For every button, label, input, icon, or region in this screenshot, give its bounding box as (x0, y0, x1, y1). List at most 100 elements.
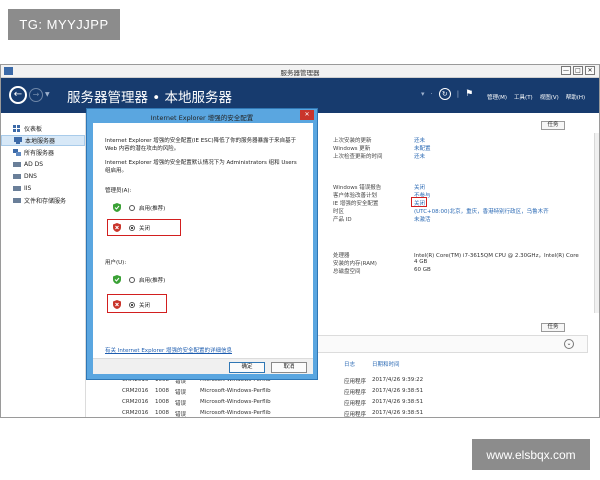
servers-icon (13, 149, 21, 156)
event-id: 1008 (155, 399, 169, 405)
sidebar-item-ad-ds[interactable]: AD DS (1, 159, 85, 170)
header-menu: 管理(M) 工具(T) 视图(V) 帮助(H) (487, 93, 585, 101)
chevron-down-icon[interactable]: ▼ (45, 91, 50, 98)
expand-icon[interactable]: ⌄ (564, 339, 574, 349)
sidebar: 仪表板 本地服务器 所有服务器 AD DS DNS IIS 文件和存储服务 (1, 113, 86, 417)
notification-flag-icon[interactable]: ⚑ (465, 88, 475, 100)
events-tasks-button[interactable]: 任务 (541, 323, 565, 332)
prop-last-installed-update: 上次安装的更新 (333, 138, 372, 144)
dialog-close-button[interactable]: ✕ (300, 110, 314, 120)
users-label: 用户(U): (105, 260, 127, 266)
sidebar-list: 仪表板 本地服务器 所有服务器 AD DS DNS IIS 文件和存储服务 (1, 122, 85, 206)
separator: | (456, 90, 460, 98)
event-source: Microsoft-Windows-Perflib (200, 399, 271, 405)
prop-memory: 安装的内存(RAM) (333, 261, 377, 267)
tg-watermark: TG: MYYJJPP (8, 9, 120, 40)
admin-on-label: 启用(推荐) (139, 206, 166, 212)
sidebar-item-dashboard[interactable]: 仪表板 (1, 123, 85, 134)
event-time: 2017/4/26 9:38:51 (372, 399, 424, 405)
shield-check-icon (113, 203, 121, 212)
event-source: Microsoft-Windows-Perflib (200, 388, 271, 394)
dns-icon (13, 174, 21, 179)
tasks-button[interactable]: 任务 (541, 121, 565, 130)
shield-check-icon (113, 275, 121, 284)
sidebar-item-all-servers[interactable]: 所有服务器 (1, 147, 85, 158)
menu-help[interactable]: 帮助(H) (566, 93, 585, 101)
value-product-id[interactable]: 未激活 (414, 215, 431, 223)
menu-tools[interactable]: 工具(T) (514, 93, 533, 101)
event-source: Microsoft-Windows-Perflib (200, 410, 271, 416)
window-title: 服务器管理器 (280, 69, 320, 77)
back-arrow-icon[interactable]: ← (9, 86, 27, 104)
prop-last-check: 上次检查更新的时间 (333, 154, 383, 160)
menu-manage[interactable]: 管理(M) (487, 93, 507, 101)
value-last-check[interactable]: 还未 (414, 152, 425, 160)
storage-icon (13, 198, 21, 203)
event-server: CRM2016 (122, 399, 149, 405)
admin-off-highlight-box (107, 219, 181, 236)
value-error-reporting[interactable]: 关闭 (414, 183, 425, 191)
event-id: 1008 (155, 388, 169, 394)
dropdown-icon[interactable]: ▾ (421, 90, 425, 98)
iis-icon (13, 186, 21, 191)
event-time: 2017/4/26 9:38:51 (372, 410, 424, 416)
event-id: 1008 (155, 410, 169, 416)
minimize-button[interactable]: — (561, 66, 571, 75)
sidebar-item-label: 仪表板 (24, 126, 43, 133)
dashboard-icon (13, 125, 20, 132)
event-log: 应用程序 (344, 412, 367, 418)
value-memory: 4 GB (414, 259, 428, 265)
radio-user-on[interactable] (129, 277, 135, 283)
user-option-on[interactable]: 启用(推荐) (129, 276, 165, 284)
window-controls: — □ ✕ (561, 66, 595, 75)
breadcrumb: 服务器管理器 • 本地服务器 (67, 90, 233, 106)
server-icon (14, 137, 22, 144)
ie-esc-info-link[interactable]: 有关 Internet Explorer 增强的安全配置的详细信息 (105, 346, 232, 354)
sidebar-item-iis[interactable]: IIS (1, 183, 85, 194)
sidebar-item-local-server[interactable]: 本地服务器 (1, 135, 85, 146)
prop-product-id: 产品 ID (333, 217, 352, 223)
sidebar-item-label: AD DS (24, 161, 44, 168)
sidebar-item-file-storage[interactable]: 文件和存储服务 (1, 195, 85, 206)
admin-option-on[interactable]: 启用(推荐) (129, 204, 165, 212)
prop-windows-update: Windows 更新 (333, 146, 371, 152)
cancel-button[interactable]: 取消 (271, 362, 307, 373)
value-processor: Intel(R) Core(TM) i7-3615QM CPU @ 2.30GH… (414, 253, 579, 259)
sidebar-item-dns[interactable]: DNS (1, 171, 85, 182)
prop-processor: 处理器 (333, 253, 350, 259)
close-button[interactable]: ✕ (585, 66, 595, 75)
ok-button[interactable]: 确定 (229, 362, 265, 373)
user-off-highlight-box (107, 294, 167, 313)
event-server: CRM2016 (122, 410, 149, 416)
value-timezone[interactable]: (UTC+08:00)北京，重庆，香港特别行政区，乌鲁木齐 (414, 207, 549, 215)
menu-view[interactable]: 视图(V) (540, 93, 559, 101)
restore-button[interactable]: □ (573, 66, 583, 75)
sidebar-item-label: 本地服务器 (25, 138, 56, 145)
prop-ie-esc: IE 增强的安全配置 (333, 201, 379, 207)
sidebar-item-label: 所有服务器 (24, 150, 55, 157)
prop-error-reporting: Windows 错误报告 (333, 185, 382, 191)
value-last-installed-update[interactable]: 还未 (414, 136, 425, 144)
prop-timezone: 时区 (333, 209, 345, 215)
properties-scrollbar[interactable] (594, 133, 599, 313)
sidebar-item-label: DNS (24, 173, 37, 180)
separator: · (430, 90, 433, 98)
event-log: 应用程序 (344, 401, 367, 407)
event-time: 2017/4/26 9:39:22 (372, 377, 424, 383)
dialog-title: Internet Explorer 增强的安全配置 (150, 114, 254, 122)
prop-ceip: 客户体验改善计划 (333, 193, 378, 199)
prop-disk: 总磁盘空间 (333, 269, 361, 275)
refresh-icon[interactable]: ↻ (438, 88, 451, 100)
event-level: 错误 (175, 412, 187, 418)
forward-arrow-icon[interactable]: → (29, 88, 43, 102)
dialog-footer: 确定 取消 (93, 358, 313, 374)
header-tools: ▾ · ↻ | ⚑ (421, 88, 475, 100)
value-disk: 60 GB (414, 267, 431, 273)
dialog-default-note: Internet Explorer 增强的安全配置默认情况下为 Administ… (105, 160, 297, 174)
column-header-log[interactable]: 日志 (344, 360, 355, 368)
radio-admin-on[interactable] (129, 205, 135, 211)
ad-ds-icon (13, 162, 21, 167)
value-windows-update[interactable]: 未配置 (414, 144, 431, 152)
event-level: 错误 (175, 401, 187, 407)
column-header-datetime[interactable]: 日期和时间 (372, 360, 400, 368)
